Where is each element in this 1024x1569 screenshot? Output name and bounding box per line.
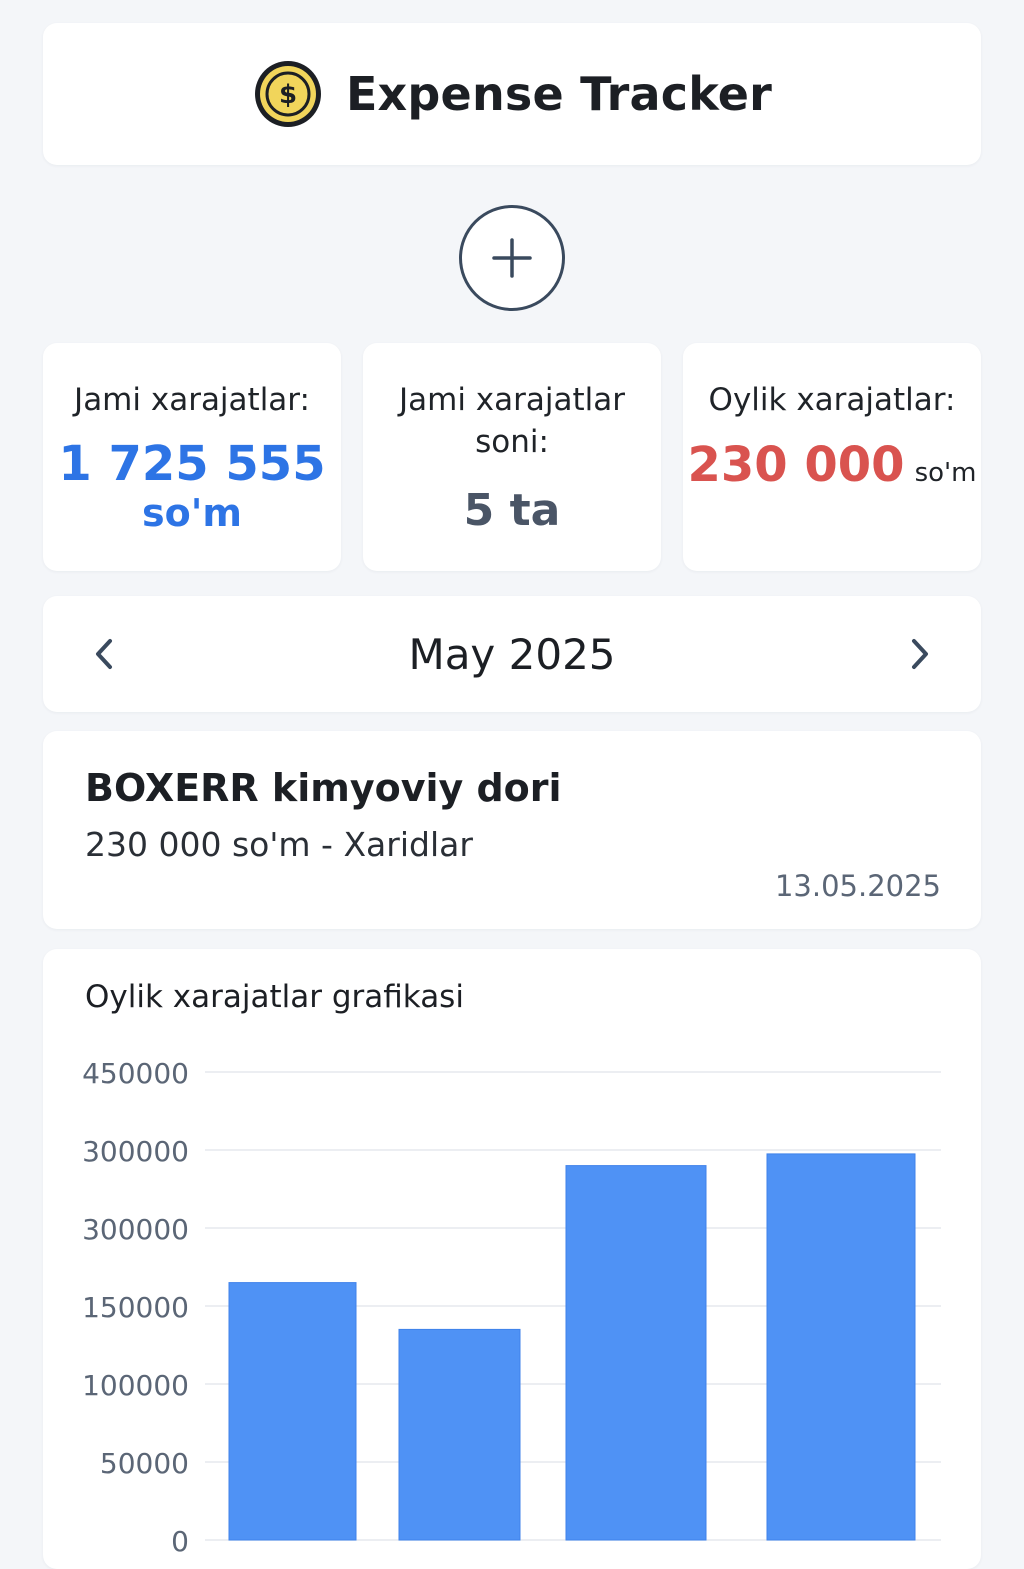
chart-y-tick-label: 150000 bbox=[82, 1291, 189, 1324]
expense-count-label: Jami xarajatlar soni: bbox=[398, 382, 625, 460]
total-expenses-card: Jami xarajatlar: 1 725 555 so'm bbox=[43, 343, 341, 571]
expense-list-item[interactable]: BOXERR kimyoviy dori 230 000 so'm - Xari… bbox=[43, 731, 981, 929]
monthly-expenses-value: 230 000 bbox=[687, 437, 905, 493]
plus-icon bbox=[492, 238, 532, 278]
app-header: $ Expense Tracker bbox=[43, 23, 981, 165]
current-month-label: May 2025 bbox=[408, 629, 616, 679]
chart-y-tick-label: 450000 bbox=[82, 1057, 189, 1090]
total-expenses-value: 1 725 555 bbox=[58, 436, 326, 492]
chart-y-tick-label: 300000 bbox=[82, 1213, 189, 1246]
monthly-expenses-label: Oylik xarajatlar: bbox=[708, 382, 956, 418]
monthly-chart-card: Oylik xarajatlar grafikasi 450000 300000 3… bbox=[43, 949, 981, 1569]
expense-date: 13.05.2025 bbox=[774, 869, 941, 903]
chart-bar[interactable] bbox=[228, 1282, 357, 1541]
expense-count-card: Jami xarajatlar soni: 5 ta bbox=[363, 343, 661, 571]
svg-text:$: $ bbox=[279, 80, 297, 110]
total-expenses-label: Jami xarajatlar: bbox=[74, 382, 310, 418]
chart-y-tick-label: 50000 bbox=[100, 1447, 189, 1480]
add-expense-button[interactable] bbox=[459, 205, 565, 311]
chart-y-tick-label: 300000 bbox=[82, 1135, 189, 1168]
bar-chart: 450000 300000 300000 150000 100000 50000 0 bbox=[82, 1057, 941, 1558]
expense-name: BOXERR kimyoviy dori bbox=[85, 766, 562, 810]
monthly-expenses-card: Oylik xarajatlar: 230 000 so'm bbox=[683, 343, 981, 571]
expense-detail: 230 000 so'm - Xaridlar bbox=[85, 825, 473, 864]
chart-y-tick-label: 100000 bbox=[82, 1369, 189, 1402]
app-title: Expense Tracker bbox=[345, 67, 773, 121]
chart-bar[interactable] bbox=[565, 1165, 707, 1541]
chart-bar[interactable] bbox=[398, 1328, 521, 1541]
monthly-expenses-unit: so'm bbox=[914, 458, 977, 488]
month-selector: May 2025 bbox=[43, 596, 981, 712]
monthly-expenses-row: 230 000 so'm bbox=[683, 437, 981, 493]
chevron-left-icon[interactable] bbox=[91, 636, 117, 672]
chart-y-tick-label: 0 bbox=[171, 1525, 189, 1558]
dollar-coin-icon: $ bbox=[254, 61, 321, 127]
chart-bar[interactable] bbox=[766, 1153, 916, 1541]
expense-count-value: 5 ta bbox=[463, 485, 561, 536]
total-expenses-unit: so'm bbox=[142, 491, 242, 535]
chevron-right-icon[interactable] bbox=[907, 636, 933, 672]
